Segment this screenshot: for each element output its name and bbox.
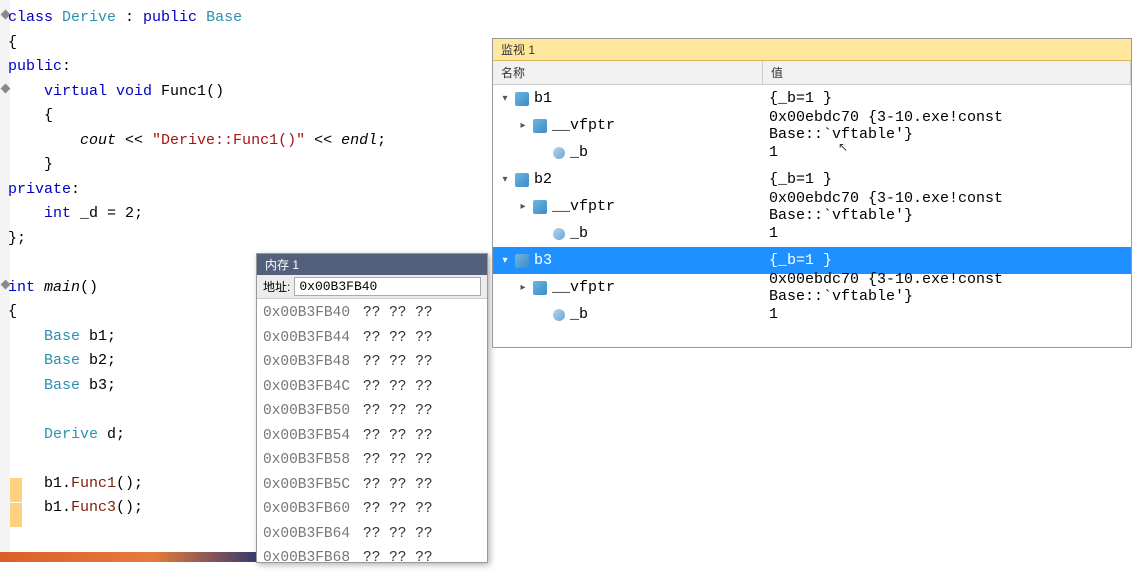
code-line[interactable]: cout << "Derive::Func1()" << endl; (8, 129, 500, 154)
watch-var-name: _b (570, 306, 588, 323)
memory-address-input[interactable] (294, 277, 481, 296)
code-line[interactable]: { (8, 104, 500, 129)
watch-var-name: __vfptr (552, 279, 615, 296)
watch-row[interactable]: ▸__vfptr0x00ebdc70 {3-10.exe!const Base:… (493, 112, 1131, 139)
memory-address-bar: 地址: (257, 275, 487, 299)
watch-var-value: {_b=1 } (763, 252, 1131, 269)
tree-spacer (537, 147, 549, 159)
watch-var-value: 0x00ebdc70 {3-10.exe!const Base::`vftabl… (763, 109, 1131, 143)
code-line[interactable]: int _d = 2; (8, 202, 500, 227)
tree-spacer (537, 228, 549, 240)
watch-var-value: 0x00ebdc70 {3-10.exe!const Base::`vftabl… (763, 190, 1131, 224)
memory-address-label: 地址: (263, 278, 290, 295)
struct-icon (515, 173, 529, 187)
memory-row[interactable]: 0x00B3FB60?? ?? ?? (263, 497, 481, 522)
code-line[interactable]: virtual void Func1() (8, 80, 500, 105)
struct-icon (533, 200, 547, 214)
memory-row[interactable]: 0x00B3FB48?? ?? ?? (263, 350, 481, 375)
struct-icon (515, 92, 529, 106)
watch-var-name: b3 (534, 252, 552, 269)
collapse-icon[interactable]: ▾ (499, 93, 511, 105)
memory-row[interactable]: 0x00B3FB50?? ?? ?? (263, 399, 481, 424)
watch-var-name: b1 (534, 90, 552, 107)
memory-title: 内存 1 (257, 254, 487, 275)
watch-var-name: _b (570, 144, 588, 161)
watch-col-name[interactable]: 名称 (493, 61, 763, 84)
collapse-icon[interactable]: ▾ (499, 174, 511, 186)
watch-var-value: 0x00ebdc70 {3-10.exe!const Base::`vftabl… (763, 271, 1131, 305)
memory-row[interactable]: 0x00B3FB58?? ?? ?? (263, 448, 481, 473)
watch-row[interactable]: ▸__vfptr0x00ebdc70 {3-10.exe!const Base:… (493, 274, 1131, 301)
memory-row[interactable]: 0x00B3FB54?? ?? ?? (263, 424, 481, 449)
code-line[interactable]: private: (8, 178, 500, 203)
watch-var-name: __vfptr (552, 198, 615, 215)
memory-row[interactable]: 0x00B3FB68?? ?? ?? (263, 546, 481, 571)
code-line[interactable]: } (8, 153, 500, 178)
watch-var-value: 1 (763, 225, 1131, 242)
watch-var-value: {_b=1 } (763, 171, 1131, 188)
field-icon (553, 309, 565, 321)
watch-row[interactable]: ▸__vfptr0x00ebdc70 {3-10.exe!const Base:… (493, 193, 1131, 220)
tree-spacer (537, 309, 549, 321)
expand-icon[interactable]: ▸ (517, 282, 529, 294)
code-line[interactable]: public: (8, 55, 500, 80)
memory-row[interactable]: 0x00B3FB44?? ?? ?? (263, 326, 481, 351)
expand-icon[interactable]: ▸ (517, 120, 529, 132)
memory-row[interactable]: 0x00B3FB40?? ?? ?? (263, 301, 481, 326)
code-line[interactable]: { (8, 31, 500, 56)
watch-var-name: _b (570, 225, 588, 242)
memory-panel: 内存 1 地址: 0x00B3FB40?? ?? ??0x00B3FB44?? … (256, 253, 488, 563)
collapse-icon[interactable]: ▾ (499, 255, 511, 267)
watch-var-value: {_b=1 } (763, 90, 1131, 107)
watch-body: ▾ b1 {_b=1 } ▸ __vfptr 0x00ebdc70 {3-10.exe!c… (493, 85, 1131, 328)
watch-title: 监视 1 (493, 39, 1131, 61)
watch-row[interactable]: _b 1 (493, 301, 1131, 328)
memory-row[interactable]: 0x00B3FB4C?? ?? ?? (263, 375, 481, 400)
watch-row[interactable]: _b 1 (493, 139, 1131, 166)
memory-body: 0x00B3FB40?? ?? ??0x00B3FB44?? ?? ??0x00… (257, 299, 487, 573)
expand-icon[interactable]: ▸ (517, 201, 529, 213)
struct-icon (515, 254, 529, 268)
watch-var-value: 1 (763, 144, 1131, 161)
watch-var-name: __vfptr (552, 117, 615, 134)
field-icon (553, 228, 565, 240)
memory-row[interactable]: 0x00B3FB5C?? ?? ?? (263, 473, 481, 498)
watch-header: 名称 值 (493, 61, 1131, 85)
watch-col-value[interactable]: 值 (763, 61, 1131, 84)
watch-panel: 监视 1 名称 值 ▾ b1 {_b=1 } ▸ __vfptr 0x00ebdc70 {… (492, 38, 1132, 348)
code-line[interactable]: class Derive : public Base (8, 6, 500, 31)
watch-row[interactable]: _b 1 (493, 220, 1131, 247)
code-line[interactable]: }; (8, 227, 500, 252)
watch-var-name: b2 (534, 171, 552, 188)
memory-row[interactable]: 0x00B3FB64?? ?? ?? (263, 522, 481, 547)
struct-icon (533, 281, 547, 295)
field-icon (553, 147, 565, 159)
struct-icon (533, 119, 547, 133)
watch-var-value: 1 (763, 306, 1131, 323)
status-bar (0, 552, 256, 562)
